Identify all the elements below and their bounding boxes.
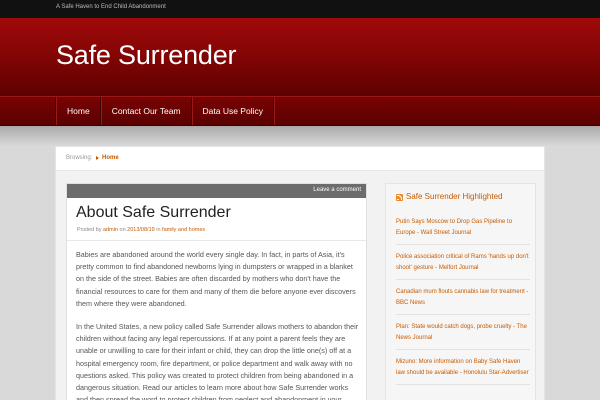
breadcrumb-home-link[interactable]: Home — [102, 155, 119, 161]
post-meta: Posted by admin on 2013/08/19 in family … — [77, 227, 205, 233]
top-bar: A Safe Haven to End Child Abandonment — [0, 0, 600, 18]
meta-category-link[interactable]: family and homes — [162, 227, 205, 233]
post-title[interactable]: About Safe Surrender — [76, 204, 231, 222]
feed-list: Putin Says Moscow to Drop Gas Pipeline t… — [396, 210, 530, 385]
nav-menu: Home Contact Our Team Data Use Policy — [55, 97, 275, 125]
sidebar-widget: Safe Surrender Highlighted Putin Says Mo… — [385, 183, 536, 400]
feed-item-link[interactable]: Plan: State would catch dogs, probe crue… — [396, 315, 530, 350]
nav-item-contact-our-team[interactable]: Contact Our Team — [100, 97, 192, 125]
post-header-bar: Leave a comment — [67, 184, 366, 198]
post-divider — [67, 240, 366, 241]
nav-item-data-use-policy[interactable]: Data Use Policy — [191, 97, 274, 125]
triangle-right-icon — [96, 156, 99, 160]
feed-item-link[interactable]: Canadian mum flouts cannabis law for tre… — [396, 280, 530, 315]
leave-comment-link[interactable]: Leave a comment — [313, 187, 361, 193]
post-article: Leave a comment About Safe Surrender Pos… — [66, 183, 367, 400]
breadcrumb: Browsing: Home — [56, 147, 544, 171]
feed-item-link[interactable]: Putin Says Moscow to Drop Gas Pipeline t… — [396, 210, 530, 245]
feed-item-link[interactable]: Mizuno: More information on Baby Safe Ha… — [396, 350, 530, 385]
rss-icon[interactable] — [396, 194, 403, 201]
meta-in: in — [156, 227, 161, 233]
site-header: Safe Surrender — [0, 18, 600, 96]
post-paragraph: In the United States, a new policy calle… — [76, 322, 359, 400]
breadcrumb-label: Browsing: — [66, 155, 93, 161]
feed-item-link[interactable]: Police association critical of Rams 'han… — [396, 245, 530, 280]
widget-title[interactable]: Safe Surrender Highlighted — [406, 192, 503, 201]
site-tagline: A Safe Haven to End Child Abandonment — [56, 4, 166, 10]
nav-item-home[interactable]: Home — [56, 97, 101, 125]
meta-date-link[interactable]: 2013/08/19 — [127, 227, 155, 233]
meta-posted-by: Posted by — [77, 227, 102, 233]
meta-author-link[interactable]: admin — [103, 227, 118, 233]
site-title[interactable]: Safe Surrender — [56, 40, 237, 71]
content-container: Browsing: Home Leave a comment About Saf… — [55, 146, 545, 400]
meta-on: on — [119, 227, 126, 233]
post-paragraph: Babies are abandoned around the world ev… — [76, 250, 356, 308]
main-nav: Home Contact Our Team Data Use Policy — [0, 96, 600, 126]
nav-shadow — [0, 126, 600, 146]
